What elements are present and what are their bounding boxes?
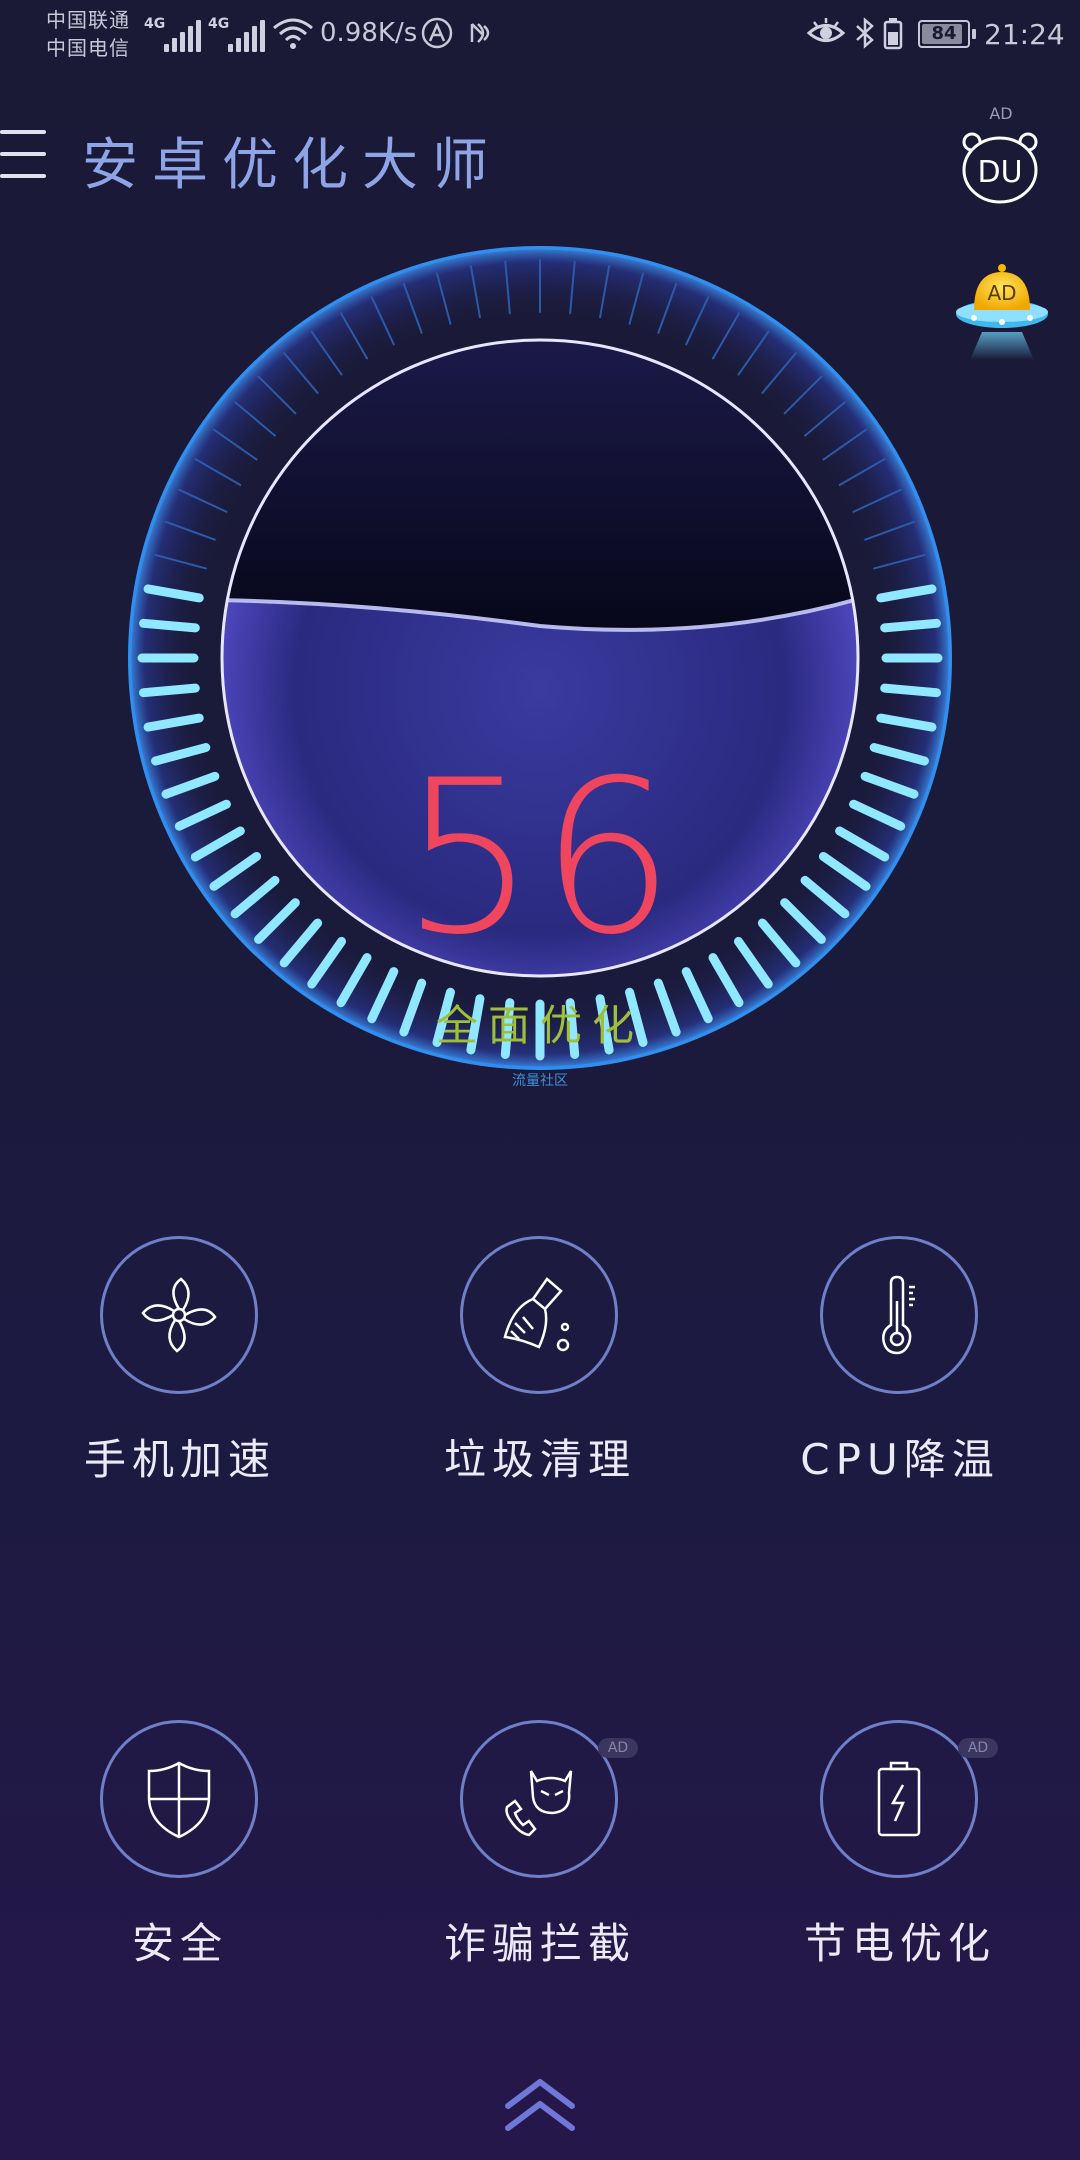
gauge-tick-lit xyxy=(139,683,200,698)
gauge-tick-lit xyxy=(880,683,941,698)
battery-bolt-icon xyxy=(877,1761,921,1837)
eye-comfort-icon xyxy=(806,18,846,42)
nfc-icon xyxy=(470,23,490,43)
du-bear-icon: DU xyxy=(962,132,1038,204)
app-screen: 中国联通 中国电信 4G 4G 0.98K/s 84 21:24 安卓优化大师 … xyxy=(0,0,1080,2160)
du-text: DU xyxy=(977,155,1022,190)
feature-icon-ring xyxy=(460,1720,618,1878)
broom-icon xyxy=(503,1277,570,1352)
gauge-tick-lit xyxy=(880,618,941,633)
feature-icon-ring xyxy=(100,1720,258,1878)
fan-icon xyxy=(141,1277,217,1353)
feature-icon-ring xyxy=(460,1236,618,1394)
feature-label: 诈骗拦截 xyxy=(443,1919,636,1968)
carrier-names: 中国联通 中国电信 xyxy=(46,6,130,62)
feature-label: 节电优化 xyxy=(803,1919,996,1968)
app-a-icon xyxy=(421,17,453,49)
watermark-text: 流量社区 xyxy=(512,1073,568,1089)
carrier-1: 中国联通 xyxy=(46,8,130,32)
feature-icon-ring xyxy=(100,1236,258,1394)
bluetooth-icon xyxy=(856,17,874,49)
feature-junk-clean[interactable]: 垃圾清理 xyxy=(400,1236,680,1496)
menu-button[interactable] xyxy=(0,128,48,184)
battery-level: 84 xyxy=(931,23,957,44)
scam-call-icon xyxy=(505,1770,573,1837)
feature-icon-ring xyxy=(820,1720,978,1878)
ufo-ad-button[interactable]: AD xyxy=(952,262,1052,360)
ad-badge: AD xyxy=(958,1738,998,1758)
feature-icon-ring xyxy=(820,1236,978,1394)
feature-security[interactable]: 安全 xyxy=(40,1720,320,1980)
ad-badge: AD xyxy=(598,1738,638,1758)
network-speed: 0.98K/s xyxy=(320,18,418,48)
clock: 21:24 xyxy=(984,18,1065,51)
feature-label: CPU降温 xyxy=(800,1435,1000,1484)
gauge-tick-lit xyxy=(139,618,200,633)
full-optimize-button[interactable]: 全面优化 xyxy=(122,992,958,1053)
score-value: 56 xyxy=(401,734,679,981)
app-title: 安卓优化大师 xyxy=(82,133,502,198)
feature-cpu-cool[interactable]: CPU降温 xyxy=(760,1236,1040,1496)
feature-fraud-block[interactable]: AD 诈骗拦截 xyxy=(400,1720,680,1980)
wifi-icon xyxy=(273,18,313,49)
thermometer-icon xyxy=(882,1275,915,1355)
carrier-2: 中国电信 xyxy=(46,36,130,60)
battery-saver-icon xyxy=(883,18,903,50)
feature-label: 安全 xyxy=(131,1919,228,1968)
battery-indicator: 84 xyxy=(918,20,976,48)
shield-icon xyxy=(147,1761,211,1839)
expand-up-icon[interactable] xyxy=(500,2076,580,2136)
feature-label: 手机加速 xyxy=(83,1435,276,1484)
optimize-gauge[interactable]: 56 全面优化 xyxy=(122,240,958,1076)
du-ad-label: AD xyxy=(989,104,1013,123)
status-bar: 中国联通 中国电信 4G 4G 0.98K/s 84 21:24 xyxy=(0,0,1080,72)
du-ad-button[interactable]: AD DU xyxy=(956,104,1046,208)
ufo-ad-label: AD xyxy=(987,281,1016,305)
feature-phone-boost[interactable]: 手机加速 xyxy=(40,1236,320,1496)
feature-power-save[interactable]: AD 节电优化 xyxy=(760,1720,1040,1980)
feature-label: 垃圾清理 xyxy=(443,1435,636,1484)
